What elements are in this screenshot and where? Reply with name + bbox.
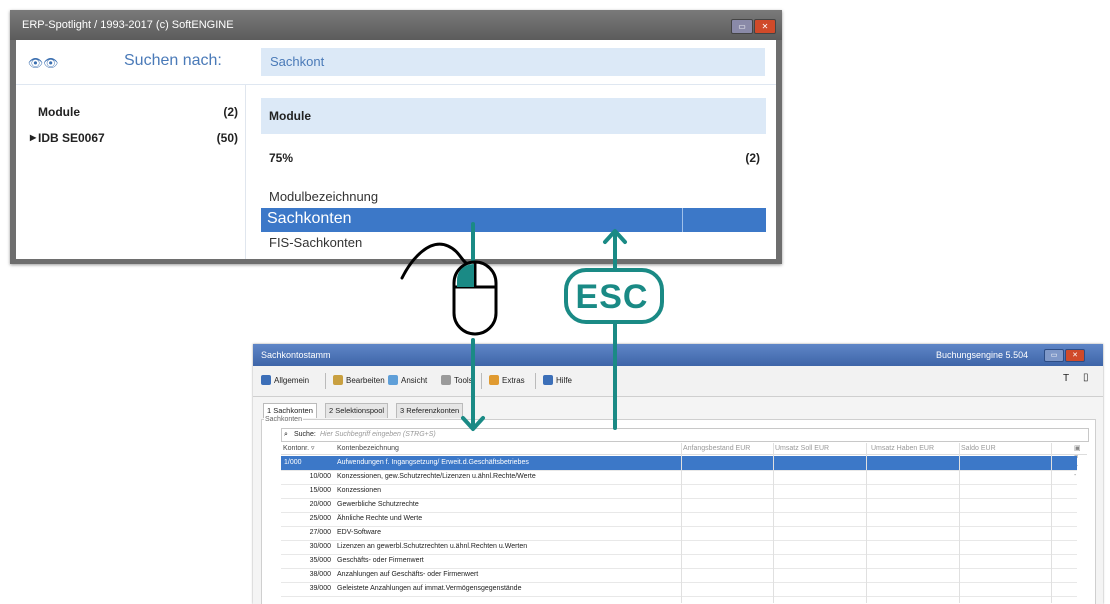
mouse-icon (400, 242, 498, 336)
annotation-overlay (400, 222, 664, 431)
esc-key-label: ESC (575, 278, 649, 316)
